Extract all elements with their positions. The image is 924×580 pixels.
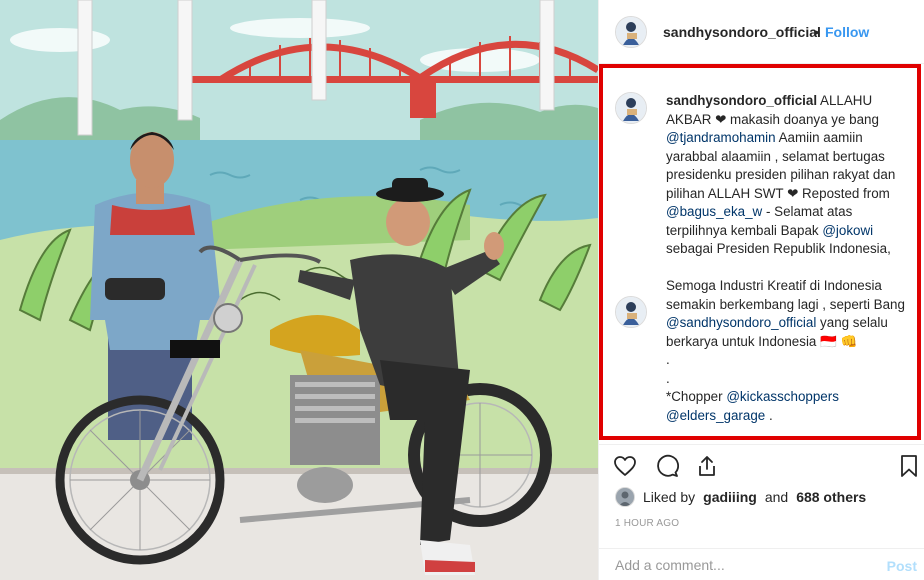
caption-segment: . [765, 407, 773, 423]
mention-link[interactable]: @bagus_eka_w [666, 204, 762, 219]
mention-link[interactable]: @kickasschoppers [726, 389, 839, 404]
likes-joiner: and [764, 489, 789, 505]
post-comment-button[interactable]: Post [887, 558, 917, 574]
mention-link[interactable]: @elders_garage [666, 408, 765, 423]
mention-link[interactable]: @jokowi [822, 223, 873, 238]
bookmark-icon[interactable] [895, 452, 923, 480]
caption-avatar[interactable] [615, 92, 647, 124]
comment-bar: Post [599, 548, 924, 580]
mention-link[interactable]: @tjandramohamin [666, 130, 776, 145]
post-photo[interactable] [0, 0, 598, 580]
heart-icon[interactable] [611, 452, 639, 480]
follow-button[interactable]: Follow [825, 24, 869, 40]
avatar-image [616, 17, 646, 47]
post-sidebar: sandhysondoro_official • Follow sandhyso… [598, 0, 924, 580]
liker-username[interactable]: gadiiing [703, 489, 757, 505]
author-username[interactable]: sandhysondoro_official [663, 24, 821, 40]
comment-input[interactable] [615, 557, 855, 573]
avatar-image [616, 297, 646, 327]
likes-summary[interactable]: Liked by gadiiing and 688 others [615, 486, 866, 508]
likes-others-link[interactable]: 688 others [796, 489, 866, 505]
header-separator: • [814, 24, 819, 40]
post-header: sandhysondoro_official • Follow [599, 0, 924, 64]
caption-author[interactable]: sandhysondoro_official [666, 93, 817, 108]
author-avatar[interactable] [615, 16, 647, 48]
comment-avatar[interactable] [615, 296, 647, 328]
share-icon[interactable] [693, 452, 721, 480]
post-timestamp[interactable]: 1 HOUR AGO [615, 518, 679, 529]
likes-prefix: Liked by [643, 489, 696, 505]
liker-avatar[interactable] [615, 487, 635, 507]
comment-icon[interactable] [653, 452, 681, 480]
post-photo-image [0, 0, 598, 580]
mention-link[interactable]: @sandhysondoro_official [666, 315, 816, 330]
action-bar [599, 444, 924, 484]
avatar-image [616, 93, 646, 123]
caption-area: sandhysondoro_official ALLAHU AKBAR ❤ ma… [599, 64, 924, 444]
caption-text: sandhysondoro_official ALLAHU AKBAR ❤ ma… [666, 92, 916, 425]
